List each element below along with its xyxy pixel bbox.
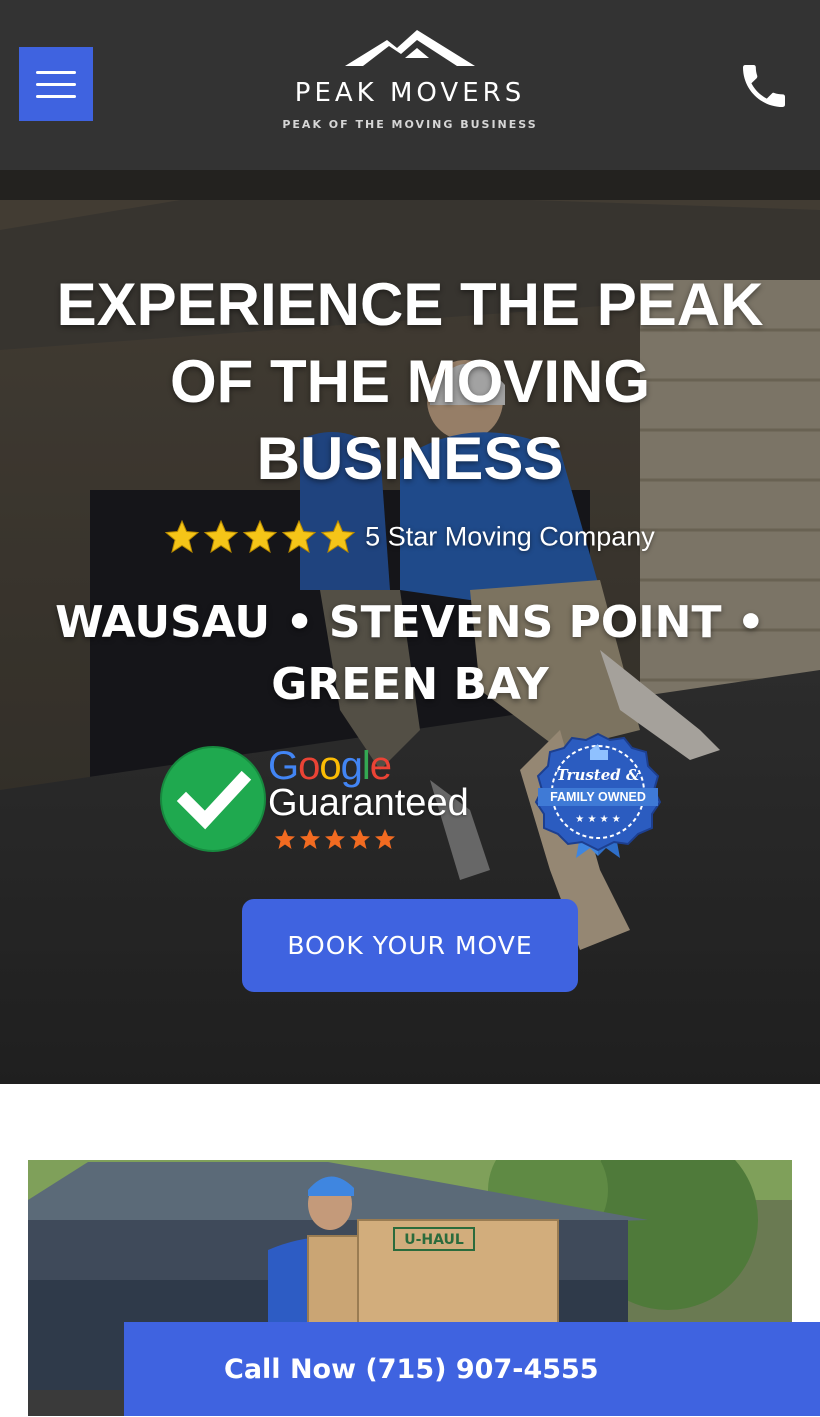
- trusted-line: Trusted &: [556, 766, 640, 784]
- hamburger-menu-icon: [36, 71, 76, 74]
- guaranteed-label: Guaranteed: [268, 782, 469, 824]
- site-header: PEAK MOVERS PEAK OF THE MOVING BUSINESS: [0, 0, 820, 170]
- family-owned-line: FAMILY OWNED: [538, 788, 658, 806]
- hamburger-menu-icon-bar: [36, 83, 76, 86]
- brand-logo[interactable]: PEAK MOVERS PEAK OF THE MOVING BUSINESS: [220, 28, 600, 143]
- service-locations: WAUSAU • STEVENS POINT • GREEN BAY: [55, 597, 765, 710]
- svg-text:U-HAUL: U-HAUL: [404, 1232, 464, 1248]
- hero-title: EXPERIENCE THE PEAK OF THE MOVING BUSINE…: [56, 271, 764, 492]
- star-icon: [165, 520, 355, 553]
- hamburger-menu-icon-bar: [36, 95, 76, 98]
- google-guaranteed-badge: Google Guaranteed: [158, 742, 488, 852]
- brand-name: PEAK MOVERS: [294, 78, 526, 108]
- svg-text:★ ★ ★ ★: ★ ★ ★ ★: [575, 814, 620, 825]
- phone-icon: [743, 65, 785, 107]
- checkmark-icon: [160, 746, 266, 852]
- hero-section: EXPERIENCE THE PEAK OF THE MOVING BUSINE…: [0, 170, 820, 1084]
- google-star-icons: [275, 829, 395, 849]
- five-star-icons: [165, 520, 357, 554]
- book-your-move-button[interactable]: BOOK YOUR MOVE: [242, 899, 578, 992]
- menu-button[interactable]: [19, 47, 93, 121]
- brand-tagline: PEAK OF THE MOVING BUSINESS: [282, 118, 538, 131]
- mountain-peaks-icon: [345, 30, 475, 66]
- rating-text: 5 Star Moving Company: [365, 521, 655, 552]
- call-now-button[interactable]: Call Now (715) 907-4555: [124, 1322, 820, 1416]
- star-rating: 5 Star Moving Company: [0, 520, 820, 554]
- trusted-family-owned-badge: ★ ★ ★ ★ Trusted & FAMILY OWNED: [528, 730, 668, 860]
- phone-button[interactable]: [736, 58, 792, 114]
